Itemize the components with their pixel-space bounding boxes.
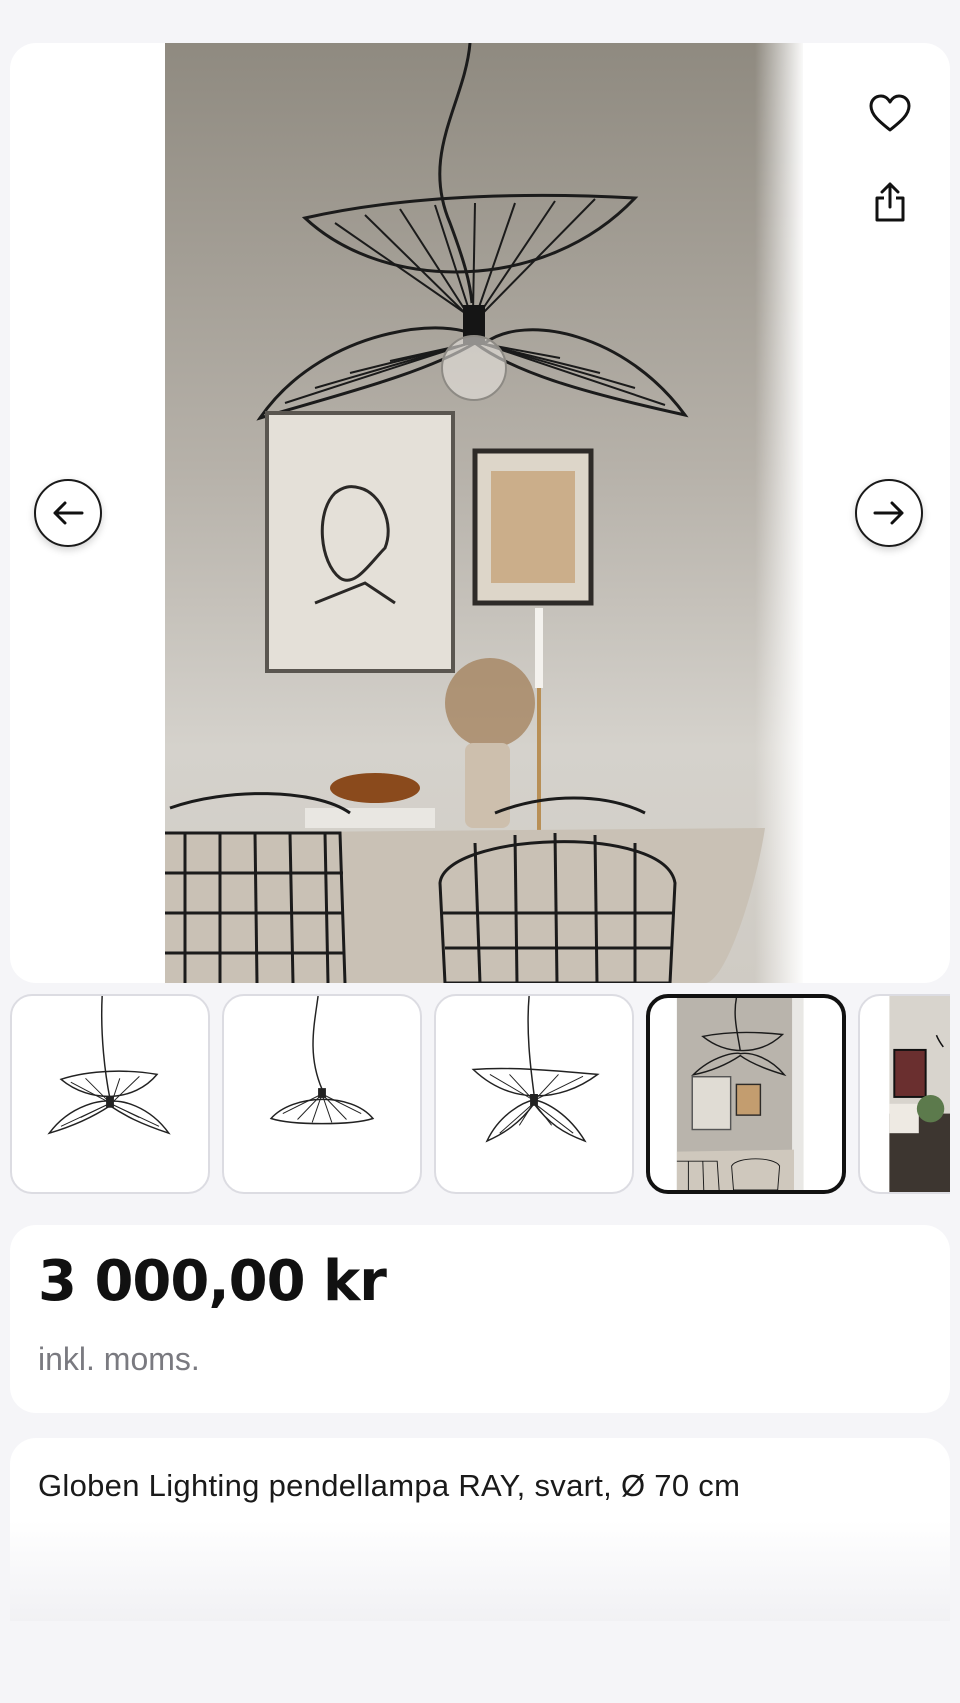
- thumbnail-image: [47, 996, 171, 1135]
- product-gallery: [10, 43, 950, 983]
- price-section: 3 000,00 kr inkl. moms.: [10, 1225, 950, 1413]
- thumbnail-3[interactable]: [434, 994, 634, 1194]
- main-product-image[interactable]: [165, 43, 803, 983]
- thumbnail-2[interactable]: [222, 994, 422, 1194]
- share-icon: [875, 182, 905, 222]
- thumbnail-image: [471, 996, 600, 1143]
- product-price: 3 000,00 kr: [38, 1249, 387, 1314]
- thumbnail-1[interactable]: [10, 994, 210, 1194]
- product-title-section: Globen Lighting pendellampa RAY, svart, …: [10, 1438, 950, 1621]
- next-image-button[interactable]: [855, 479, 923, 547]
- heart-outline-icon: [869, 94, 911, 132]
- previous-image-button[interactable]: [34, 479, 102, 547]
- favorite-button[interactable]: [862, 85, 918, 141]
- thumbnail-image: [889, 996, 950, 1192]
- vat-note: inkl. moms.: [38, 1341, 200, 1377]
- thumbnail-strip: [10, 994, 950, 1196]
- thumbnail-4[interactable]: [646, 994, 846, 1194]
- share-button[interactable]: [862, 174, 918, 230]
- arrow-left-icon: [53, 501, 84, 525]
- product-page: 3 000,00 kr inkl. moms. Globen Lighting …: [0, 0, 960, 1703]
- product-title: Globen Lighting pendellampa RAY, svart, …: [38, 1468, 741, 1503]
- arrow-right-icon: [873, 501, 904, 525]
- thumbnail-image: [676, 998, 804, 1190]
- thumbnail-5[interactable]: [858, 994, 950, 1194]
- thumbnail-image: [269, 996, 375, 1125]
